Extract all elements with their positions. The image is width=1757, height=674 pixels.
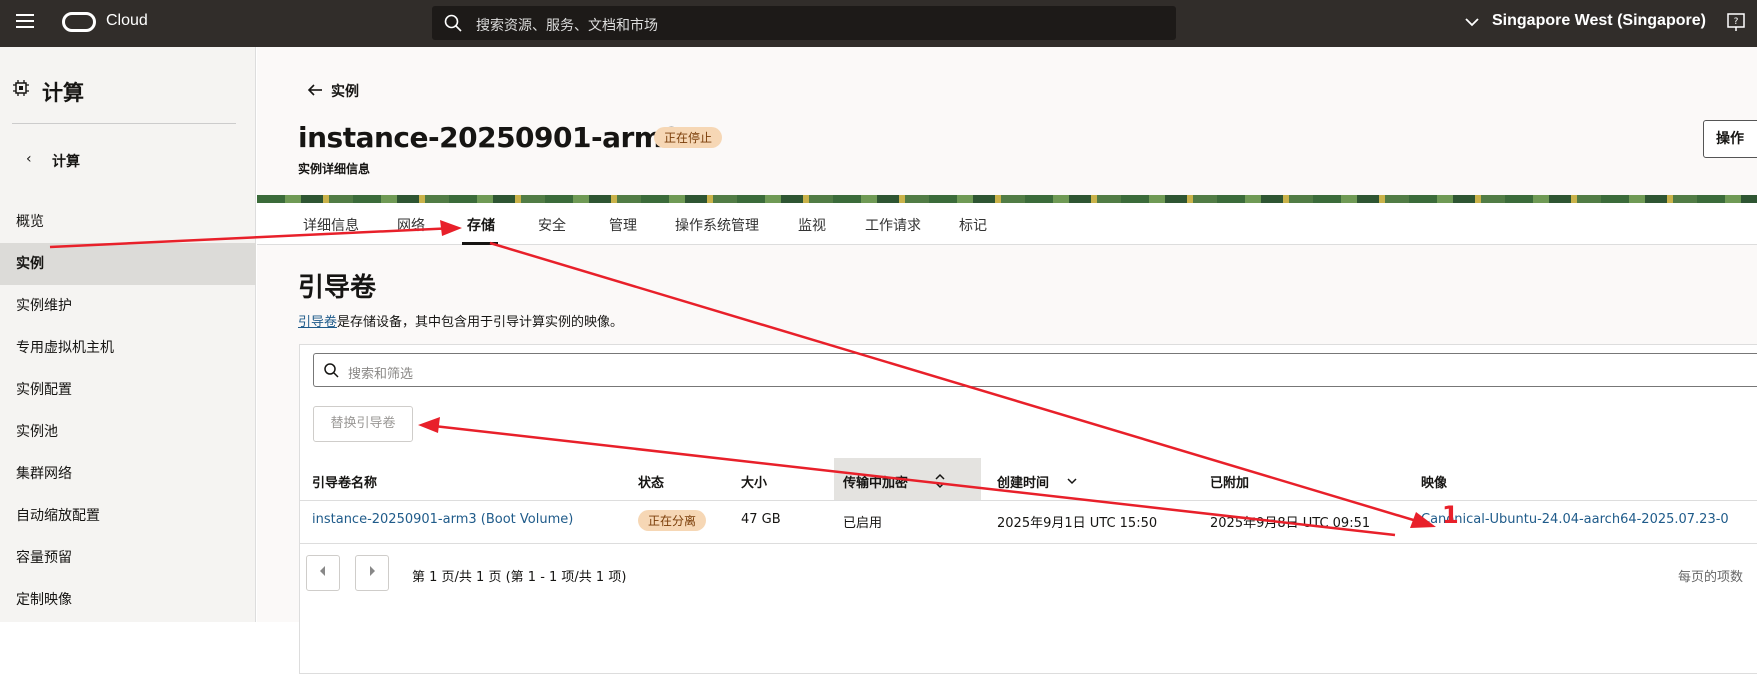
previous-page-button[interactable] [306,555,340,591]
tab-networking[interactable]: 网络 [397,215,425,235]
tab-management[interactable]: 管理 [609,215,637,235]
chevron-down-icon[interactable] [1464,14,1480,30]
search-icon [444,14,462,32]
search-filter-input[interactable]: 搜索和筛选 [313,353,1757,387]
hamburger-menu-icon[interactable] [16,14,34,28]
nav-item-dedicated-hosts[interactable]: 专用虚拟机主机 [0,327,256,369]
boot-volume-doc-link[interactable]: 引导卷 [298,315,337,330]
compute-chip-icon [13,80,29,96]
global-search-input[interactable]: 搜索资源、服务、文档和市场 [432,6,1176,40]
column-header-image[interactable]: 映像 [1421,472,1447,491]
svg-text:?: ? [1734,17,1739,27]
decorative-banner [257,195,1757,203]
boot-volume-created: 2025年9月1日 UTC 15:50 [997,516,1158,531]
arrow-left-icon[interactable] [307,83,323,97]
column-header-status[interactable]: 状态 [638,472,664,491]
help-icon[interactable]: ? [1726,12,1746,32]
sort-icon[interactable] [934,473,946,489]
active-tab-indicator [462,242,498,245]
header-divider [300,500,1757,501]
page-title: instance-20250901-arm3 [298,121,682,154]
tab-os-management[interactable]: 操作系统管理 [675,215,759,235]
nav-item-cluster-networks[interactable]: 集群网络 [0,453,256,495]
instance-status-badge: 正在停止 [654,127,723,148]
search-placeholder: 搜索资源、服务、文档和市场 [476,18,658,34]
nav-item-autoscaling[interactable]: 自动缩放配置 [0,495,256,537]
actions-button[interactable]: 操作 [1703,120,1757,158]
boot-volume-status-badge: 正在分离 [638,510,707,531]
main-content: 实例 instance-20250901-arm3 正在停止 实例详细信息 操作… [257,47,1757,674]
boot-volume-image-link[interactable]: Canonical-Ubuntu-24.04-aarch64-2025.07.2… [1421,512,1729,527]
nav-back-link[interactable]: 计算 [52,151,80,171]
nav-item-capacity-reservations[interactable]: 容量预留 [0,537,256,579]
back-to-instances-link[interactable]: 实例 [331,81,359,101]
tab-tags[interactable]: 标记 [959,215,987,235]
tab-bar: 详细信息 网络 存储 安全 管理 操作系统管理 监视 工作请求 标记 [257,203,1757,245]
column-header-attached[interactable]: 已附加 [1210,472,1249,491]
boot-volume-name-link[interactable]: instance-20250901-arm3 (Boot Volume) [312,512,573,527]
pagination-text: 第 1 页/共 1 页 (第 1 - 1 项/共 1 项) [412,570,627,585]
replace-boot-volume-button[interactable]: 替换引导卷 [313,406,413,442]
section-title: 引导卷 [298,273,377,303]
tab-monitoring[interactable]: 监视 [798,215,826,235]
nav-item-custom-images[interactable]: 定制映像 [0,579,256,621]
chevron-left-icon[interactable]: ‹ [26,151,32,167]
nav-item-overview[interactable]: 概览 [0,201,256,243]
chevron-down-icon[interactable] [1066,476,1078,486]
nav-item-instances[interactable]: 实例 [0,243,256,285]
column-header-size[interactable]: 大小 [741,472,767,491]
page-subtitle: 实例详细信息 [298,162,371,176]
nav-divider [12,123,236,124]
items-per-page-label[interactable]: 每页的项数 [1678,566,1743,585]
nav-item-instance-pools[interactable]: 实例池 [0,411,256,453]
search-icon [324,363,339,378]
chevron-left-icon [320,566,325,576]
brand-name[interactable]: Cloud [106,12,148,30]
tab-work-requests[interactable]: 工作请求 [865,215,921,235]
nav-section-title: 计算 [42,81,84,105]
tab-security[interactable]: 安全 [538,215,566,235]
tab-details[interactable]: 详细信息 [303,215,359,235]
section-description: 引导卷是存储设备，其中包含用于引导计算实例的映像。 [298,311,623,330]
boot-volume-attached: 2025年9月8日 UTC 09:51 [1210,516,1371,531]
left-nav: 计算 ‹ 计算 概览 实例 实例维护 专用虚拟机主机 实例配置 实例池 集群网络… [0,47,256,622]
section-description-text: 是存储设备，其中包含用于引导计算实例的映像。 [337,315,624,330]
boot-volume-encryption: 已启用 [843,516,883,531]
column-header-created[interactable]: 创建时间 [997,472,1049,491]
top-bar: Cloud 搜索资源、服务、文档和市场 Singapore West (Sing… [0,0,1757,47]
nav-item-instance-maintenance[interactable]: 实例维护 [0,285,256,327]
filter-placeholder: 搜索和筛选 [348,367,414,382]
boot-volume-size: 47 GB [741,512,781,527]
column-header-name[interactable]: 引导卷名称 [312,472,377,491]
nav-item-instance-configs[interactable]: 实例配置 [0,369,256,411]
column-header-encryption[interactable]: 传输中加密 [843,472,908,491]
chevron-right-icon [370,566,375,576]
next-page-button[interactable] [355,555,389,591]
oracle-logo-icon[interactable] [62,12,96,32]
boot-volume-card: 搜索和筛选 替换引导卷 引导卷名称 状态 大小 传输中加密 创建时间 已附加 映… [299,344,1757,674]
row-divider [300,543,1757,544]
region-selector[interactable]: Singapore West (Singapore) [1492,12,1706,30]
tab-storage[interactable]: 存储 [467,215,495,235]
